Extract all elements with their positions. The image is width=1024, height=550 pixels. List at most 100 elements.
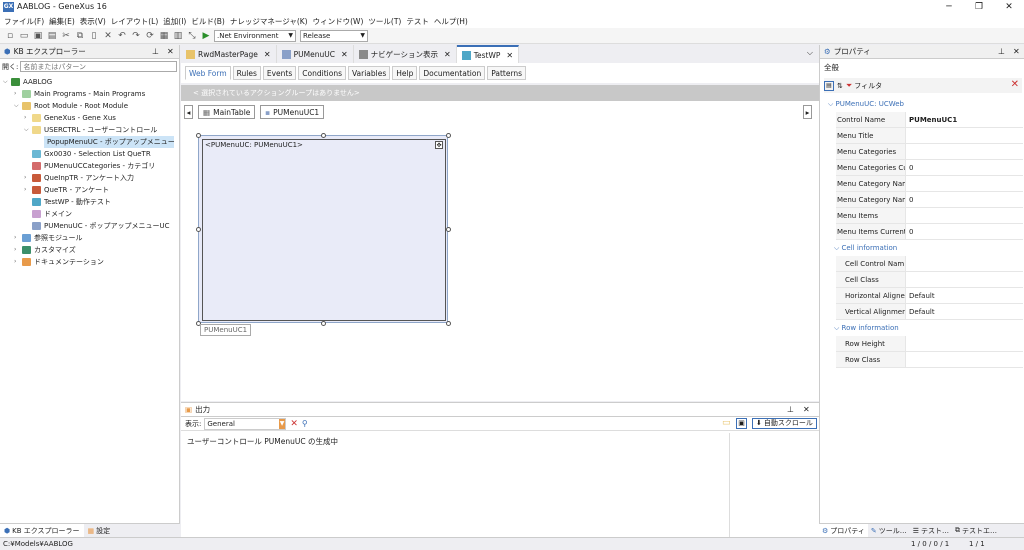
move-handle-icon[interactable]: ✥ (435, 141, 443, 149)
chevron-right-icon[interactable]: › (24, 184, 32, 196)
collapse-icon[interactable]: ⌵ (828, 100, 836, 108)
paste-icon[interactable]: ▯ (88, 30, 100, 42)
tab-test-explorer[interactable]: ⧉ テストエ… (952, 524, 1000, 537)
property-row[interactable]: Menu Category Nam (836, 176, 1023, 192)
resize-handle[interactable] (321, 321, 326, 326)
categorized-icon[interactable]: ▤ (824, 80, 834, 91)
chevron-right-icon[interactable]: › (14, 232, 22, 244)
tree-item[interactable]: PopupMenuUC - ポップアップメニュー (44, 136, 175, 148)
tree-item[interactable]: ドメイン (32, 208, 72, 220)
build-all-icon[interactable]: ▥ (172, 30, 184, 42)
property-value[interactable] (906, 256, 1023, 271)
folder-icon[interactable]: ▭ (722, 418, 731, 428)
property-row[interactable]: Control Name PUMenuUC1 (836, 112, 1023, 128)
autoscroll-button[interactable]: ⬇ 自動スクロール (752, 418, 817, 429)
menu-tools[interactable]: ツール(T) (368, 16, 401, 27)
menu-file[interactable]: ファイル(F) (4, 16, 44, 27)
menu-window[interactable]: ウィンドウ(W) (313, 16, 364, 27)
tree-item[interactable]: › QueTR - アンケート (24, 184, 109, 196)
tab-patterns[interactable]: Patterns (487, 66, 527, 80)
environment-select[interactable]: .Net Environment ▼ (214, 29, 296, 42)
tab-help[interactable]: Help (392, 66, 418, 80)
chevron-down-icon[interactable]: ⌵ (14, 100, 22, 112)
tab-documentation[interactable]: Documentation (419, 66, 486, 80)
tree-item[interactable]: › 参照モジュール (14, 232, 83, 244)
clear-icon[interactable]: ✕ (290, 419, 298, 429)
tree-item[interactable]: › ドキュメンテーション (14, 256, 104, 268)
property-value[interactable] (906, 336, 1023, 351)
tab-events[interactable]: Events (262, 66, 297, 80)
action-group-bar[interactable]: < 選択されているアクショングループはありません> (181, 85, 819, 101)
resize-handle[interactable] (196, 227, 201, 232)
configuration-select[interactable]: Release ▼ (300, 29, 368, 42)
collapse-icon[interactable]: ⌵ (834, 244, 842, 252)
tree-item[interactable]: › Main Programs - Main Programs (14, 88, 145, 100)
save-icon[interactable]: ▣ (32, 30, 44, 42)
user-control-body[interactable]: <PUMenuUC: PUMenuUC1> ✥ (202, 139, 446, 321)
copy-icon[interactable]: ⧉ (74, 30, 86, 42)
resize-handle[interactable] (321, 133, 326, 138)
property-value[interactable]: Default (906, 304, 1023, 319)
tab-properties[interactable]: ⚙ プロパティ (819, 524, 868, 537)
menu-layout[interactable]: レイアウト(L) (111, 16, 159, 27)
resize-handle[interactable] (196, 133, 201, 138)
property-value[interactable] (906, 208, 1023, 223)
doc-tab-rwdmasterpage[interactable]: RwdMasterPage ✕ (181, 45, 277, 63)
open-icon[interactable]: ▭ (18, 30, 30, 42)
chevron-right-icon[interactable]: › (14, 256, 22, 268)
chevron-down-icon[interactable]: ⌵ (24, 124, 32, 136)
property-value[interactable]: PUMenuUC1 (906, 112, 1023, 127)
property-row[interactable]: Menu Categories (836, 144, 1023, 160)
run-icon[interactable]: ▶ (200, 30, 212, 42)
breadcrumb-maintable[interactable]: ▦ MainTable (198, 105, 256, 119)
tree-item[interactable]: › カスタマイズ (14, 244, 76, 256)
property-value[interactable] (906, 144, 1023, 159)
doc-tab-testwp[interactable]: TestWP ✕ (456, 45, 520, 63)
tab-kb-explorer[interactable]: ⬢ KB エクスプローラー (0, 524, 84, 537)
menu-test[interactable]: テスト (406, 16, 429, 27)
chevron-down-icon[interactable]: ⌵ (3, 76, 11, 88)
properties-tab-general[interactable]: 全般 (824, 62, 839, 73)
chevron-right-icon[interactable]: › (14, 244, 22, 256)
undo-icon[interactable]: ↶ (116, 30, 128, 42)
property-value[interactable]: 0 (906, 160, 1023, 175)
close-icon[interactable]: ✕ (994, 0, 1024, 14)
tree-item[interactable]: › QueInpTR - アンケート入力 (24, 172, 134, 184)
property-row[interactable]: Cell Class (836, 272, 1023, 288)
minimize-icon[interactable]: ─ (934, 0, 964, 14)
property-value[interactable] (906, 352, 1023, 367)
chevron-right-icon[interactable]: › (24, 112, 32, 124)
close-icon[interactable]: ✕ (167, 47, 174, 56)
rebuild-icon[interactable]: ⤡ (186, 30, 198, 42)
menu-view[interactable]: 表示(V) (80, 16, 106, 27)
tree-item[interactable]: › GeneXus - Gene Xus (24, 112, 116, 124)
word-wrap-icon[interactable]: ▣ (736, 418, 747, 429)
chevron-down-icon[interactable]: ⌵ (807, 48, 813, 58)
tree-item[interactable]: ⌵ USERCTRL - ユーザーコントロール (24, 124, 157, 136)
tab-variables[interactable]: Variables (347, 66, 391, 80)
row-information-section[interactable]: ⌵ Row information (834, 320, 899, 336)
search-icon[interactable]: ⚲ (302, 419, 308, 428)
property-row[interactable]: Menu Items Current 0 (836, 224, 1023, 240)
menu-knowledge-manager[interactable]: ナレッジマネージャ(K) (230, 16, 308, 27)
save-all-icon[interactable]: ▤ (46, 30, 58, 42)
refresh-icon[interactable]: ⟳ (144, 30, 156, 42)
chevron-right-icon[interactable]: ▸ (803, 105, 812, 119)
close-icon[interactable]: ✕ (1013, 47, 1020, 56)
clear-filter-icon[interactable]: ✕ (1011, 79, 1019, 90)
tree-item[interactable]: ⌵ AABLOG (3, 76, 52, 88)
tree-item[interactable]: PUMenuUC - ポップアップメニューUC (32, 220, 170, 232)
pin-icon[interactable]: ⊥ (152, 47, 159, 56)
resize-handle[interactable] (446, 321, 451, 326)
close-icon[interactable]: ✕ (341, 50, 348, 59)
collapse-icon[interactable]: ⌵ (834, 324, 842, 332)
property-value[interactable] (906, 128, 1023, 143)
web-form-canvas[interactable]: <PUMenuUC: PUMenuUC1> ✥ PUMenuUC1 (181, 123, 819, 401)
tab-settings[interactable]: ▦ 設定 (84, 524, 115, 537)
chevron-right-icon[interactable]: › (14, 88, 22, 100)
menu-build[interactable]: ビルド(B) (191, 16, 225, 27)
property-value[interactable] (906, 272, 1023, 287)
tree-item[interactable]: ⌵ Root Module - Root Module (14, 100, 128, 112)
property-value[interactable]: 0 (906, 192, 1023, 207)
tree-item[interactable]: TestWP - 動作テスト (32, 196, 111, 208)
